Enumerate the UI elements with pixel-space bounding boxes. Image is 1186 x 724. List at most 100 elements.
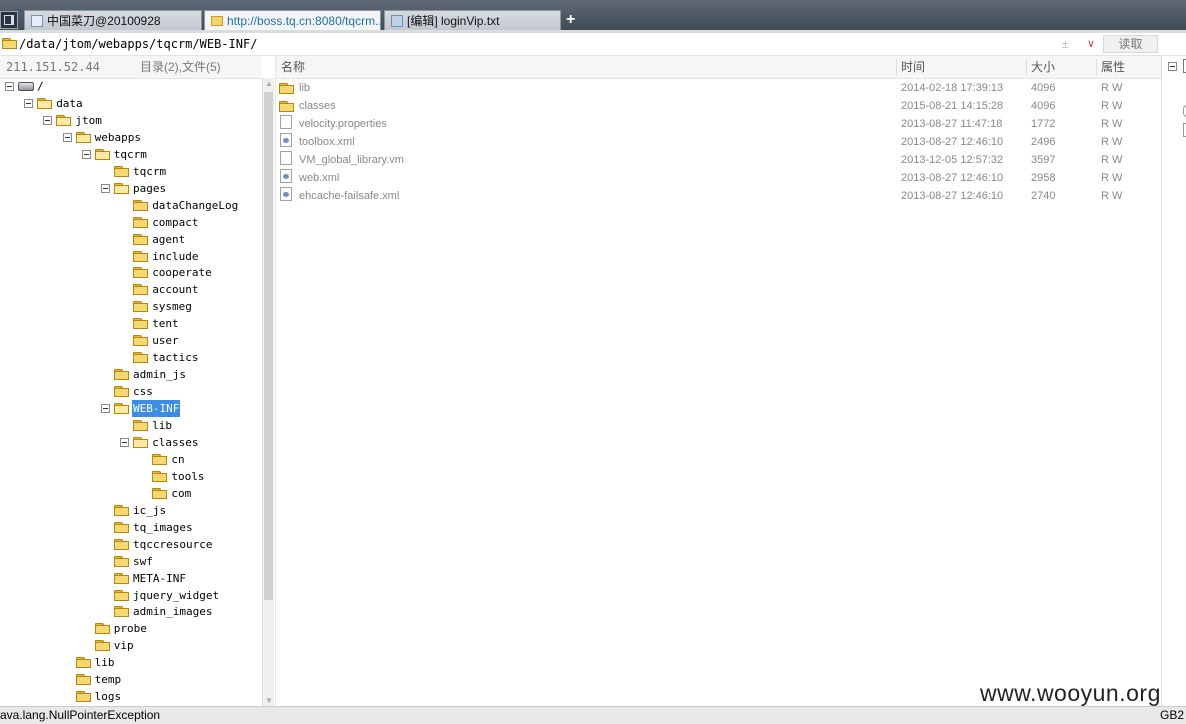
read-button[interactable]: 读取 [1103,35,1158,53]
tree-node[interactable]: tqcrm [0,163,262,180]
tree-node-label[interactable]: vip [113,637,135,654]
tree-node-label[interactable]: tent [151,315,180,332]
tree-node[interactable]: tent [0,315,262,332]
tree-node[interactable]: compact [0,214,262,231]
file-row[interactable]: classes 2015-08-21 14:15:28 4096 R W [276,97,1161,115]
column-name-header[interactable]: 名称 [281,56,305,78]
tree-node[interactable]: sysmeg [0,298,262,315]
tree-node-label[interactable]: swf [132,553,154,570]
tree-node-label[interactable]: jtom [74,112,103,129]
tree-node-label[interactable]: tq_images [132,519,194,536]
tree-node-label[interactable]: admin_images [132,603,213,620]
tree-node[interactable]: tactics [0,349,262,366]
collapse-icon[interactable] [62,132,72,142]
tree-node-label[interactable]: pages [132,180,167,197]
file-row[interactable]: velocity.properties 2013-08-27 11:47:18 17… [276,115,1161,133]
chevron-down-icon[interactable]: ∨ [1087,36,1095,52]
tree-node[interactable]: swf [0,553,262,570]
tree-node-label[interactable]: tqcrm [113,146,148,163]
tree-node[interactable]: agent [0,231,262,248]
tree-node[interactable]: account [0,281,262,298]
scrollbar-thumb[interactable] [264,92,273,600]
tree-node-label[interactable]: sysmeg [151,298,193,315]
tree-node[interactable]: webapps [0,129,262,146]
new-tab-button[interactable]: + [566,10,575,30]
tree-node[interactable]: ic_js [0,502,262,519]
tree-node-label[interactable]: admin_js [132,366,187,383]
tree-node[interactable]: admin_js [0,366,262,383]
tree-node-label[interactable]: tqcrm [132,163,167,180]
tree-node-label[interactable]: account [151,281,199,298]
file-row[interactable]: ehcache-failsafe.xml 2013-08-27 12:46:10 2… [276,187,1161,205]
tree-scrollbar[interactable]: ▲ ▼ [262,78,274,706]
tree-node[interactable]: probe [0,620,262,637]
tree-node[interactable]: jtom [0,112,262,129]
tree-node-label[interactable]: com [170,485,192,502]
scroll-up-icon[interactable]: ▲ [265,79,273,88]
tree-node-label[interactable]: ic_js [132,502,167,519]
tree-node[interactable]: include [0,248,262,265]
column-size-header[interactable]: 大小 [1031,56,1055,78]
tab-editor[interactable]: [编辑] loginVip.txt [384,10,561,31]
tree-node-label[interactable]: lib [94,654,116,671]
path-input[interactable]: /data/jtom/webapps/tqcrm/WEB-INF/ [19,37,257,51]
history-dropdown[interactable]: ± ∨ [1062,36,1100,52]
tree-node[interactable]: user [0,332,262,349]
tree-node[interactable]: tq_images [0,519,262,536]
app-menu-icon[interactable] [0,11,18,29]
tree-node-label[interactable]: tqccresource [132,536,213,553]
tree-node-label[interactable]: cn [170,451,185,468]
tree-node[interactable]: tqccresource [0,536,262,553]
collapse-icon[interactable] [1168,62,1177,71]
tree-node[interactable]: pages [0,180,262,197]
tree-node[interactable]: cn [0,451,262,468]
tree-node[interactable]: / [0,78,262,95]
collapse-icon[interactable] [24,98,34,108]
tree-node[interactable]: logs [0,688,262,705]
encoding-indicator[interactable]: GB2 [1160,707,1184,724]
tree-node-label[interactable]: jquery_widget [132,587,220,604]
tree-node-label[interactable]: probe [113,620,148,637]
file-row[interactable]: toolbox.xml 2013-08-27 12:46:10 2496 R W [276,133,1161,151]
collapse-icon[interactable] [81,149,91,159]
file-row[interactable]: lib 2014-02-18 17:39:13 4096 R W [276,79,1161,97]
tree-node[interactable]: dataChangeLog [0,197,262,214]
tree-node-label[interactable]: WEB-INF [132,400,181,418]
directory-tree[interactable]: / data jtom webapps tqcrm tqcrm pages dataChang… [0,78,262,706]
tree-node-label[interactable]: compact [151,214,199,231]
column-divider[interactable] [1096,59,1097,75]
tree-node-label[interactable]: dataChangeLog [151,197,239,214]
tree-node[interactable]: data [0,95,262,112]
tree-node-label[interactable]: webapps [94,129,142,146]
column-attr-header[interactable]: 属性 [1101,56,1125,78]
tree-node[interactable]: tools [0,468,262,485]
tree-node[interactable]: lib [0,417,262,434]
tree-node-label[interactable]: lib [151,417,173,434]
tree-node-label[interactable]: include [151,248,199,265]
tab-file-manager[interactable]: http://boss.tq.cn:8080/tqcrm... [204,10,381,31]
collapse-icon[interactable] [43,115,53,125]
tree-node[interactable]: tqcrm [0,146,262,163]
tree-node[interactable]: vip [0,637,262,654]
tree-node[interactable]: cooperate [0,264,262,281]
tree-node-label[interactable]: classes [151,434,199,451]
tree-node[interactable]: admin_images [0,603,262,620]
column-divider[interactable] [1026,59,1027,75]
tree-node-label[interactable]: tools [170,468,205,485]
tree-node[interactable]: classes [0,434,262,451]
tree-node-label[interactable]: / [36,78,45,95]
tree-node-label[interactable]: css [132,383,154,400]
collapse-icon[interactable] [101,404,110,414]
collapse-icon[interactable] [5,82,14,91]
tree-node[interactable]: com [0,485,262,502]
tree-node-label[interactable]: data [55,95,84,112]
tree-node-label[interactable]: META-INF [132,570,187,587]
tree-node-label[interactable]: logs [94,688,123,705]
tree-node-label[interactable]: temp [94,671,123,688]
collapse-icon[interactable] [120,437,130,447]
tree-node-label[interactable]: agent [151,231,186,248]
tree-node[interactable]: jquery_widget [0,587,262,604]
tree-node[interactable]: temp [0,671,262,688]
tree-node[interactable]: lib [0,654,262,671]
tree-node[interactable]: META-INF [0,570,262,587]
